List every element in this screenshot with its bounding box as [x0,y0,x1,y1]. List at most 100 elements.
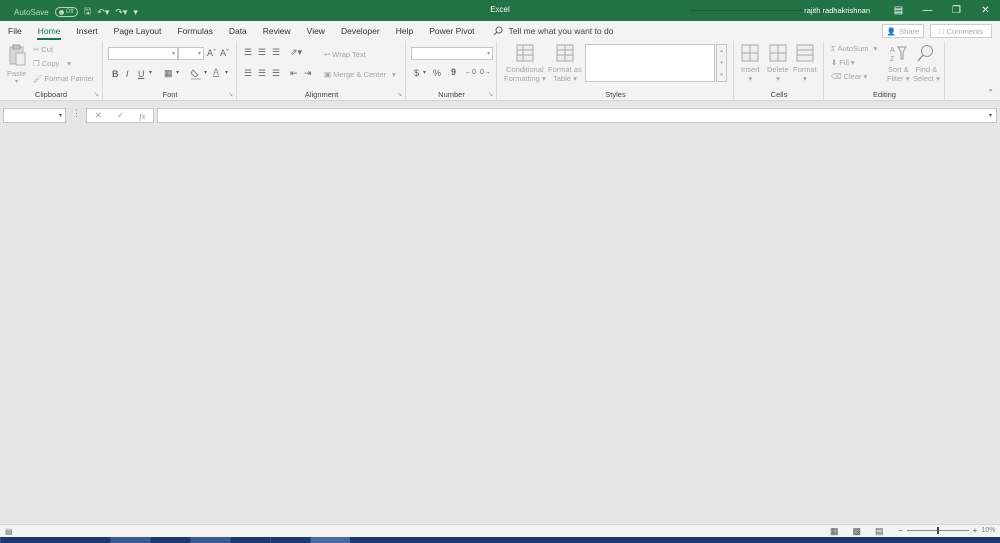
taskbar-item[interactable] [0,537,110,543]
font-color-icon[interactable]: A [213,67,219,77]
minimize-icon[interactable]: — [913,0,942,21]
chevron-down-icon[interactable]: ▾ [720,60,723,66]
close-icon[interactable]: ✕ [971,0,1000,21]
zoom-out-icon[interactable]: − [898,526,903,535]
percent-style-button[interactable]: % [433,68,441,78]
ribbon-display-options-icon[interactable]: ▤ [884,0,913,21]
decrease-font-size-icon[interactable]: Aˇ [220,48,229,58]
format-cells-button[interactable]: Format ▾ [793,44,817,83]
taskbar-item[interactable] [110,537,150,543]
customize-qat-icon[interactable]: ▾ [133,7,138,18]
decrease-decimal-icon[interactable]: 0→ [480,69,491,76]
collapse-ribbon-icon[interactable]: ⌃ [987,88,994,97]
format-as-table-button[interactable]: Format as Table ▾ [548,44,582,83]
cell-styles-gallery[interactable] [585,44,715,82]
taskbar-item[interactable] [270,537,310,543]
chevron-down-icon[interactable]: ▾ [423,69,426,76]
taskbar-item[interactable] [230,537,270,543]
resize-handle-icon[interactable]: ⋮ [72,108,81,119]
taskbar-item[interactable] [190,537,230,543]
user-name[interactable]: rajith radhakrishnan [804,6,870,15]
cut-button[interactable]: ✂ Cut [33,45,53,54]
redo-icon[interactable]: ↷▾ [115,7,127,18]
tab-page-layout[interactable]: Page Layout [106,21,170,41]
tab-data[interactable]: Data [221,21,255,41]
bold-button[interactable]: B [112,69,119,79]
increase-font-size-icon[interactable]: Aˆ [207,48,216,58]
zoom-slider[interactable] [906,527,969,534]
normal-view-icon[interactable]: ▦ [830,526,839,537]
delete-cells-button[interactable]: Delete ▾ [767,44,789,83]
format-painter-button[interactable]: 🖌 Format Painter [33,74,94,83]
tab-formulas[interactable]: Formulas [169,21,220,41]
zoom-percentage[interactable]: 10% [981,527,995,534]
chevron-down-icon[interactable]: ▾ [204,69,207,76]
page-layout-view-icon[interactable]: ▩ [853,526,862,537]
zoom-slider-thumb[interactable] [936,527,939,534]
align-right-icon[interactable]: ☰ [272,68,280,79]
fill-button[interactable]: ⬇ Fill ▾ [831,58,855,67]
expand-formula-bar-icon[interactable]: ▾ [989,112,992,119]
accounting-format-button[interactable]: $ [414,68,419,78]
save-icon[interactable]: 🖫 [84,4,92,20]
taskbar-item[interactable] [310,537,350,543]
font-name-combo[interactable]: ▾ [108,47,178,60]
align-center-icon[interactable]: ☰ [258,68,266,79]
wrap-text-button[interactable]: ↩ Wrap Text [324,50,366,59]
zoom-in-icon[interactable]: + [973,526,978,535]
underline-button[interactable]: U [138,69,145,79]
align-middle-icon[interactable]: ☰ [258,47,266,58]
gallery-scroll[interactable]: ▴ ▾ ▾ [716,44,727,82]
comma-style-button[interactable]: 9 [451,67,456,77]
chevron-up-icon[interactable]: ▴ [720,48,723,54]
clear-button[interactable]: ⌫ Clear ▾ [831,72,867,81]
conditional-formatting-button[interactable]: Conditional Formatting ▾ [504,44,546,83]
dialog-launcher-icon[interactable]: ↘ [94,91,99,98]
chevron-down-icon[interactable]: ▾ [176,69,179,76]
align-top-icon[interactable]: ☰ [244,47,252,58]
tab-review[interactable]: Review [255,21,299,41]
cancel-icon[interactable]: ✕ [95,110,102,121]
insert-cells-button[interactable]: Insert ▾ [741,44,760,83]
align-left-icon[interactable]: ☰ [244,68,252,79]
decrease-indent-icon[interactable]: ⇤ [290,68,298,79]
increase-indent-icon[interactable]: ⇥ [304,68,312,79]
page-break-preview-icon[interactable]: ▤ [875,526,884,537]
copy-button[interactable]: ❐ Copy ▾ [33,59,71,68]
autosum-button[interactable]: Σ AutoSum ▾ [831,44,877,53]
insert-function-icon[interactable]: fx [139,111,145,121]
italic-button[interactable]: I [126,69,129,79]
font-size-combo[interactable]: ▾ [178,47,204,60]
tell-me-search[interactable]: Tell me what you want to do [493,26,613,36]
tab-home[interactable]: Home [30,21,69,41]
dialog-launcher-icon[interactable]: ↘ [228,91,233,98]
paste-button[interactable]: Paste ▾ [7,44,26,87]
enter-icon[interactable]: ✓ [117,110,124,121]
tab-insert[interactable]: Insert [68,21,105,41]
tab-developer[interactable]: Developer [333,21,388,41]
borders-icon[interactable]: ▦ [164,68,173,79]
taskbar-item[interactable] [150,537,190,543]
dialog-launcher-icon[interactable]: ↘ [397,91,402,98]
chevron-down-icon[interactable]: ▾ [225,69,228,76]
increase-decimal-icon[interactable]: ←0 [465,69,476,76]
name-box[interactable]: ▾ [3,108,66,123]
formula-input[interactable]: ▾ [157,108,997,123]
sort-filter-button[interactable]: AZ Sort & Filter ▾ [887,44,910,83]
orientation-icon[interactable]: ⇗▾ [290,47,302,58]
macro-record-icon[interactable]: ▤ [5,527,13,536]
dialog-launcher-icon[interactable]: ↘ [488,91,493,98]
share-button[interactable]: 👤 Share [882,24,924,38]
more-icon[interactable]: ▾ [720,72,723,78]
number-format-combo[interactable]: ▾ [411,47,493,60]
tab-file[interactable]: File [0,21,30,41]
restore-icon[interactable]: ❐ [942,0,971,21]
comments-button[interactable]: □ Comments [930,24,992,38]
find-select-button[interactable]: Find & Select ▾ [913,44,940,83]
align-bottom-icon[interactable]: ☰ [272,47,280,58]
chevron-down-icon[interactable]: ▾ [149,69,152,76]
tab-view[interactable]: View [299,21,333,41]
undo-icon[interactable]: ↶▾ [97,7,109,18]
fill-color-icon[interactable] [190,68,202,80]
autosave-toggle[interactable]: Off [54,7,78,17]
